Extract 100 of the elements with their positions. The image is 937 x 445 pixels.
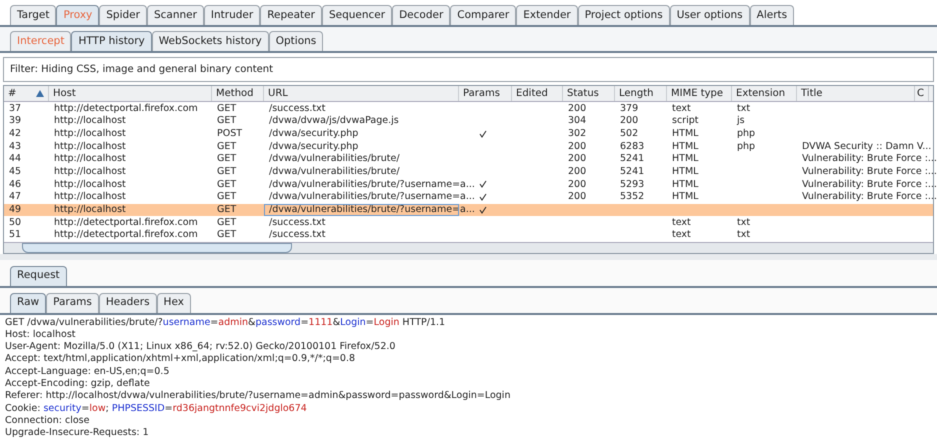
table-cell: /success.txt [269, 218, 326, 228]
table-cell: 5293 [620, 180, 644, 190]
table-cell: POST [217, 128, 242, 138]
table-cell: /dvwa/dvwa/js/dvwaPage.js [269, 116, 399, 126]
table-cell: Vulnerability: Brute Force :... [802, 180, 937, 190]
main-tab[interactable]: Comparer [450, 5, 516, 25]
table-cell: HTML [672, 142, 698, 152]
view-tab[interactable]: Params [46, 292, 99, 313]
table-cell: http://detectportal.firefox.com [54, 218, 198, 228]
table-cell: 49 [9, 205, 22, 215]
table-cell: GET [217, 218, 236, 228]
main-tab[interactable]: Repeater [260, 5, 322, 25]
table-cell: DVWA Security :: Damn V... [802, 142, 932, 152]
table-cell: GET [217, 116, 236, 126]
table-cell: text [672, 230, 691, 240]
view-tab[interactable]: Raw [10, 292, 46, 313]
table-row[interactable]: 51 http://detectportal.firefox.com GET /success.txt text txt [4, 228, 933, 242]
table-cell: GET [217, 167, 236, 177]
main-tab[interactable]: Sequencer [322, 5, 392, 25]
request-line: Cookie: security=low; PHPSESSID=rd36jangtnnfe9cvi2jdglo674 [5, 402, 308, 415]
table-cell: /dvwa/security.php [269, 142, 358, 152]
table-cell: GET [217, 142, 236, 152]
table-cell: 200 [568, 180, 586, 190]
table-cell: 200 [568, 142, 586, 152]
table-row[interactable]: 37 http://detectportal.firefox.com GET /success.txt 200 379 text txt [4, 102, 933, 115]
table-cell: http://localhost [54, 167, 126, 177]
table-cell: /dvwa/vulnerabilities/brute/?username=a... [269, 192, 475, 202]
table-cell: 200 [568, 154, 586, 164]
table-cell: http://localhost [54, 192, 126, 202]
request-line: GET /dvwa/vulnerabilities/brute/?username=admin&password=1111&Login=Login HTTP/1.1 [5, 316, 446, 329]
sub-tab[interactable]: Options [268, 31, 324, 51]
main-tab[interactable]: Spider [99, 5, 147, 25]
table-cell: 379 [620, 104, 638, 114]
table-cell: txt [737, 230, 750, 240]
request-line: Connection: close [5, 414, 90, 428]
column-header[interactable]: Host [49, 86, 212, 101]
main-tab[interactable]: Alerts [750, 5, 794, 25]
horizontal-scrollbar[interactable] [22, 242, 292, 253]
view-tab[interactable]: Headers [98, 292, 157, 313]
column-header[interactable]: MIME type [667, 86, 732, 101]
request-line: Accept: text/html,application/xhtml+xml,application/xml;q=0.9,*/*;q=0.8 [5, 353, 356, 366]
table-cell: http://localhost [54, 180, 126, 190]
table-cell: script [672, 116, 698, 126]
table-cell: Vulnerability: Brute Force :... [802, 192, 937, 202]
main-tab[interactable]: User options [670, 5, 750, 25]
table-cell: 45 [9, 167, 22, 177]
table-cell: php [737, 142, 756, 152]
table-cell: GET [217, 104, 236, 114]
table-cell: 200 [568, 104, 586, 114]
table-cell: http://detectportal.firefox.com [54, 230, 198, 240]
table-cell: GET [217, 205, 236, 215]
table-cell: http://localhost [54, 142, 126, 152]
column-header[interactable]: # [4, 86, 49, 101]
table-cell: http://detectportal.firefox.com [54, 104, 198, 114]
table-row[interactable]: 39 http://localhost GET /dvwa/dvwa/js/dvwaPage.js 304 200 script js [4, 114, 933, 128]
table-cell: http://localhost [54, 154, 126, 164]
table-cell: HTML [672, 128, 698, 138]
request-line: User-Agent: Mozilla/5.0 (X11; Linux x86_64; rv:52.0) Gecko/20100101 Firefox/52.0 [5, 341, 396, 354]
table-cell: GET [217, 192, 236, 202]
column-header[interactable]: Params [459, 86, 512, 101]
main-tab[interactable]: Target [10, 5, 56, 25]
table-row[interactable]: 43 http://localhost GET /dvwa/security.php 200 6283 HTML php DVWA Security :: Damn V... [4, 140, 933, 153]
column-header[interactable]: Method [212, 86, 264, 101]
column-header[interactable]: Length [615, 86, 667, 101]
message-tab[interactable]: Request [10, 266, 67, 286]
request-line: Host: localhost [5, 328, 76, 342]
table-cell: 6283 [620, 142, 644, 152]
table-cell: /success.txt [269, 230, 326, 240]
table-row[interactable]: 50 http://detectportal.firefox.com GET /success.txt text txt [4, 216, 933, 229]
table-row[interactable]: 42 http://localhost POST /dvwa/security.php 302 502 HTML php [4, 127, 933, 140]
table-cell: 200 [568, 167, 586, 177]
main-tab[interactable]: Decoder [392, 5, 450, 25]
filter-bar[interactable]: Filter: Hiding CSS, image and general binary content [3, 57, 934, 82]
table-cell: 46 [9, 180, 22, 190]
main-tab[interactable]: Project options [578, 5, 670, 25]
column-header[interactable]: Status [563, 86, 615, 101]
table-cell: 304 [568, 116, 586, 126]
sort-ascending-icon [36, 90, 44, 97]
table-cell: Vulnerability: Brute Force :... [802, 154, 937, 164]
column-header[interactable]: Extension [732, 86, 797, 101]
column-header[interactable]: C [915, 86, 929, 101]
table-cell: js [737, 116, 745, 126]
view-tab[interactable]: Hex [156, 292, 191, 313]
main-tab[interactable]: Scanner [146, 5, 204, 25]
table-cell: 50 [9, 218, 22, 228]
column-header[interactable]: Title [797, 86, 915, 101]
table-cell: GET [217, 180, 236, 190]
table-cell: txt [737, 104, 750, 114]
column-header[interactable]: URL [264, 86, 459, 101]
sub-tab[interactable]: WebSockets history [152, 31, 269, 51]
table-cell: http://localhost [54, 205, 126, 215]
main-tab[interactable]: Intruder [204, 5, 260, 25]
table-cell: HTML [672, 154, 698, 164]
table-cell: HTML [672, 167, 698, 177]
table-cell: txt [737, 218, 750, 228]
main-tab[interactable]: Extender [516, 5, 578, 25]
sub-tab[interactable]: HTTP history [71, 31, 152, 51]
request-line: Referer: http://localhost/dvwa/vulnerabilities/brute/?username=admin&password=password&Login=Login [5, 390, 512, 403]
table-cell: http://localhost [54, 116, 126, 126]
column-header[interactable]: Edited [512, 86, 563, 101]
